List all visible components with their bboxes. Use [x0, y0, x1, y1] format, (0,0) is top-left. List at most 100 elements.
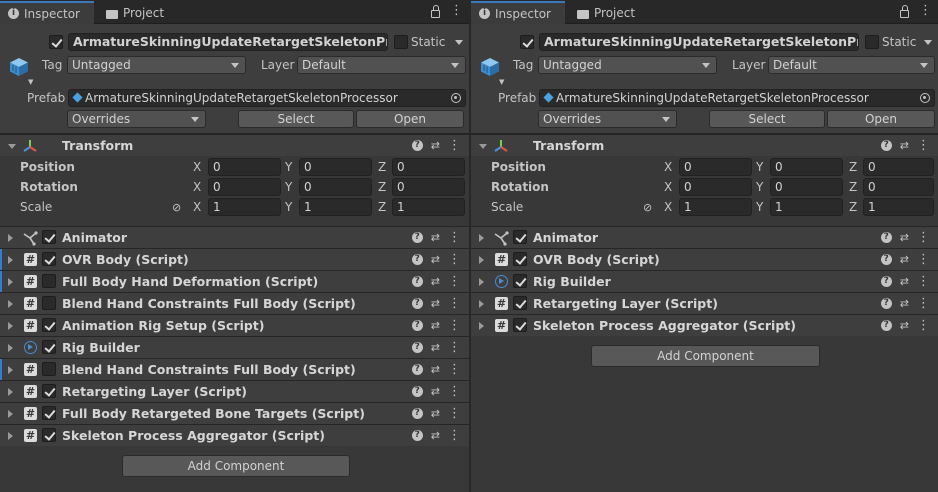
- presets-icon[interactable]: ⇄: [431, 385, 440, 398]
- component-menu-icon[interactable]: ⋮: [448, 253, 461, 266]
- component-header[interactable]: # OVR Body (Script)? ⇄ ⋮: [471, 248, 938, 270]
- tag-dropdown[interactable]: Untagged: [538, 56, 717, 74]
- prefab-cube-icon[interactable]: [8, 56, 30, 78]
- transform-header[interactable]: Transform ? ⇄ ⋮: [471, 134, 938, 156]
- component-header[interactable]: # Skeleton Process Aggregator (Script)? ⇄ ⋮: [0, 424, 469, 446]
- help-icon[interactable]: ?: [411, 430, 423, 441]
- position-axis-y-label[interactable]: Y: [756, 158, 763, 176]
- help-icon[interactable]: ?: [411, 232, 423, 243]
- position-y-field[interactable]: 0: [770, 158, 843, 176]
- static-checkbox[interactable]: [394, 35, 408, 49]
- component-menu-icon[interactable]: ⋮: [448, 231, 461, 244]
- scale-axis-z-label[interactable]: Z: [378, 198, 386, 216]
- position-y-field[interactable]: 0: [299, 158, 372, 176]
- foldout-closed-icon[interactable]: [8, 366, 13, 374]
- component-header[interactable]: # Retargeting Layer (Script)? ⇄ ⋮: [0, 380, 469, 402]
- component-menu-icon[interactable]: ⋮: [917, 231, 930, 244]
- select-button[interactable]: Select: [709, 110, 825, 128]
- foldout-closed-icon[interactable]: [8, 278, 13, 286]
- rotation-axis-y-label[interactable]: Y: [285, 178, 292, 196]
- foldout-closed-icon[interactable]: [479, 300, 484, 308]
- component-enabled-checkbox[interactable]: [42, 362, 56, 376]
- component-header[interactable]: Rig Builder? ⇄ ⋮: [471, 270, 938, 292]
- presets-icon[interactable]: ⇄: [900, 297, 909, 310]
- rotation-y-field[interactable]: 0: [299, 178, 372, 196]
- component-enabled-checkbox[interactable]: [513, 274, 527, 288]
- component-enabled-checkbox[interactable]: [42, 296, 56, 310]
- static-dropdown-icon[interactable]: [455, 40, 463, 45]
- presets-icon[interactable]: ⇄: [900, 319, 909, 332]
- component-enabled-checkbox[interactable]: [42, 340, 56, 354]
- rotation-axis-z-label[interactable]: Z: [378, 178, 386, 196]
- presets-icon[interactable]: ⇄: [431, 275, 440, 288]
- foldout-closed-icon[interactable]: [8, 256, 13, 264]
- rotation-axis-y-label[interactable]: Y: [756, 178, 763, 196]
- component-header[interactable]: # Retargeting Layer (Script)? ⇄ ⋮: [471, 292, 938, 314]
- layer-dropdown[interactable]: Default: [297, 56, 466, 74]
- constrain-proportions-icon[interactable]: ⊘: [643, 201, 657, 214]
- position-axis-x-label[interactable]: X: [193, 158, 201, 176]
- component-enabled-checkbox[interactable]: [513, 252, 527, 266]
- foldout-open-icon[interactable]: [8, 144, 16, 149]
- tab-inspector[interactable]: i Inspector: [471, 1, 565, 24]
- foldout-closed-icon[interactable]: [479, 234, 484, 242]
- tab-inspector[interactable]: i Inspector: [0, 1, 94, 24]
- help-icon[interactable]: ?: [880, 254, 892, 265]
- component-enabled-checkbox[interactable]: [513, 296, 527, 310]
- constrain-proportions-icon[interactable]: ⊘: [172, 201, 186, 214]
- object-name-field[interactable]: ArmatureSkinningUpdateRetargetSkeletonPr…: [68, 33, 388, 51]
- presets-icon[interactable]: ⇄: [900, 253, 909, 266]
- component-menu-icon[interactable]: ⋮: [448, 385, 461, 398]
- help-icon[interactable]: ?: [411, 408, 423, 419]
- component-enabled-checkbox[interactable]: [42, 428, 56, 442]
- presets-icon[interactable]: ⇄: [900, 139, 909, 152]
- component-menu-icon[interactable]: ⋮: [448, 319, 461, 332]
- tab-project[interactable]: Project: [98, 2, 178, 24]
- overrides-dropdown[interactable]: Overrides: [67, 110, 206, 128]
- rotation-axis-x-label[interactable]: X: [664, 178, 672, 196]
- kebab-menu-icon[interactable]: ⋮: [919, 4, 932, 18]
- icon-dropdown-arrow-icon[interactable]: ▼: [28, 78, 33, 86]
- component-menu-icon[interactable]: ⋮: [448, 429, 461, 442]
- foldout-closed-icon[interactable]: [8, 322, 13, 330]
- help-icon[interactable]: ?: [411, 342, 423, 353]
- component-enabled-checkbox[interactable]: [42, 230, 56, 244]
- position-z-field[interactable]: 0: [392, 158, 465, 176]
- presets-icon[interactable]: ⇄: [900, 275, 909, 288]
- component-enabled-checkbox[interactable]: [42, 274, 56, 288]
- position-axis-x-label[interactable]: X: [664, 158, 672, 176]
- presets-icon[interactable]: ⇄: [431, 407, 440, 420]
- component-menu-icon[interactable]: ⋮: [917, 275, 930, 288]
- foldout-closed-icon[interactable]: [8, 432, 13, 440]
- position-axis-z-label[interactable]: Z: [849, 158, 857, 176]
- component-header[interactable]: # Blend Hand Constraints Full Body (Scrip…: [0, 292, 469, 314]
- scale-z-field[interactable]: 1: [863, 198, 934, 216]
- lock-icon[interactable]: [431, 5, 440, 18]
- rotation-axis-x-label[interactable]: X: [193, 178, 201, 196]
- component-enabled-checkbox[interactable]: [513, 318, 527, 332]
- rotation-z-field[interactable]: 0: [392, 178, 465, 196]
- component-enabled-checkbox[interactable]: [513, 230, 527, 244]
- component-menu-icon[interactable]: ⋮: [917, 253, 930, 266]
- scale-axis-y-label[interactable]: Y: [756, 198, 763, 216]
- active-checkbox[interactable]: [49, 35, 63, 49]
- foldout-closed-icon[interactable]: [8, 300, 13, 308]
- foldout-closed-icon[interactable]: [479, 322, 484, 330]
- presets-icon[interactable]: ⇄: [431, 297, 440, 310]
- help-icon[interactable]: ?: [411, 254, 423, 265]
- component-header[interactable]: # Full Body Retargeted Bone Targets (Scri…: [0, 402, 469, 424]
- position-x-field[interactable]: 0: [679, 158, 752, 176]
- prefab-asset-field[interactable]: ArmatureSkinningUpdateRetargetSkeletonPr…: [539, 89, 935, 107]
- help-icon[interactable]: ?: [411, 320, 423, 331]
- help-icon[interactable]: ?: [411, 140, 423, 151]
- active-checkbox[interactable]: [520, 35, 534, 49]
- component-header[interactable]: Animator? ⇄ ⋮: [0, 226, 469, 248]
- help-icon[interactable]: ?: [880, 140, 892, 151]
- help-icon[interactable]: ?: [880, 298, 892, 309]
- presets-icon[interactable]: ⇄: [431, 231, 440, 244]
- overrides-dropdown[interactable]: Overrides: [538, 110, 677, 128]
- select-button[interactable]: Select: [238, 110, 354, 128]
- scale-axis-x-label[interactable]: X: [193, 198, 201, 216]
- component-header[interactable]: Rig Builder? ⇄ ⋮: [0, 336, 469, 358]
- rotation-axis-z-label[interactable]: Z: [849, 178, 857, 196]
